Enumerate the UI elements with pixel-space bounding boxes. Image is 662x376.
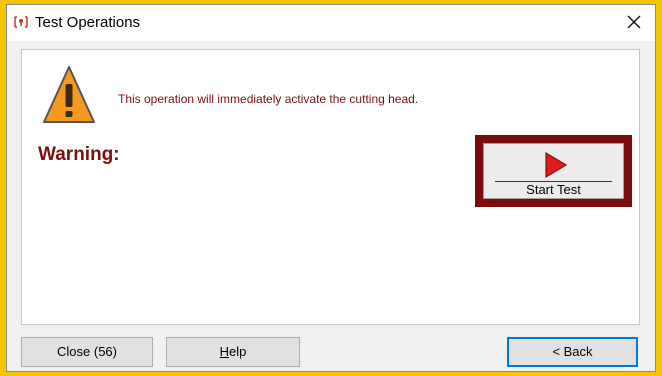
warning-heading: Warning: [38, 144, 120, 165]
warning-message: This operation will immediately activate… [118, 92, 419, 106]
app-icon [13, 14, 29, 30]
window-title: Test Operations [35, 14, 141, 31]
start-test-label: Start Test [526, 182, 581, 197]
help-button[interactable]: Help [166, 337, 300, 367]
back-button-label: < Back [552, 344, 593, 359]
close-icon[interactable] [625, 13, 643, 31]
close-button[interactable]: Close (56) [21, 337, 153, 367]
warning-triangle-icon [42, 64, 96, 126]
test-operations-dialog: Test Operations This operation will imme… [6, 4, 656, 372]
title-bar: Test Operations [7, 5, 655, 41]
play-arrow-icon [542, 151, 568, 179]
back-button[interactable]: < Back [507, 337, 638, 367]
start-test-frame: Start Test [475, 135, 632, 207]
start-test-button[interactable]: Start Test [483, 143, 624, 199]
content-panel: This operation will immediately activate… [21, 49, 640, 325]
